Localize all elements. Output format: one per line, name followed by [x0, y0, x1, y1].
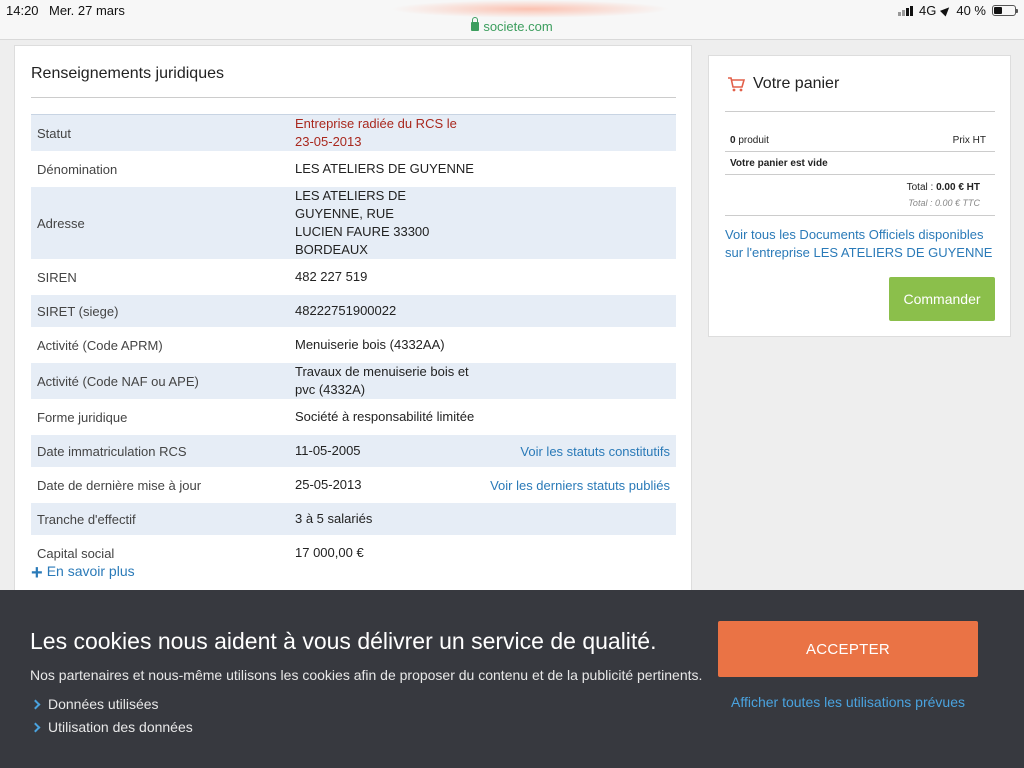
battery-icon: [992, 5, 1018, 16]
signal-icon: [898, 5, 914, 16]
row-value: Entreprise radiée du RCS le 23-05-2013: [295, 116, 457, 149]
row-empty-cell: [484, 362, 676, 400]
table-row: SIRET (siege) 48222751900022: [31, 294, 676, 328]
location-icon: [940, 4, 953, 17]
row-value: LES ATELIERS DE GUYENNE: [295, 161, 474, 176]
row-value: 25-05-2013: [295, 477, 362, 492]
row-label: Forme juridique: [37, 409, 128, 425]
row-label: SIRET (siege): [37, 303, 119, 319]
status-date: Mer. 27 mars: [49, 3, 125, 18]
total-ttc: Total : 0.00 € TTC: [908, 198, 980, 208]
row-empty-cell: [484, 536, 676, 570]
cookie-item-label: Utilisation des données: [48, 719, 193, 735]
order-button[interactable]: Commander: [889, 277, 995, 321]
table-row: Statut Entreprise radiée du RCS le 23-05-…: [31, 114, 676, 153]
status-time: 14:20: [6, 3, 39, 18]
cart-divider: [725, 174, 995, 175]
cookie-title: Les cookies nous aident à vous délivrer …: [30, 628, 657, 654]
row-empty-cell: [484, 260, 676, 294]
status-indicators: 4G 40 %: [898, 3, 1018, 18]
row-empty-cell: [484, 115, 676, 153]
row-empty-cell: [484, 502, 676, 536]
chevron-right-icon: [30, 722, 41, 732]
cookie-item-data-used[interactable]: Données utilisées: [30, 696, 159, 712]
legal-info-card: Renseignements juridiques Statut Entrepri…: [14, 45, 692, 605]
table-row: Activité (Code APRM) Menuiserie bois (433…: [31, 328, 676, 362]
row-value: 482 227 519: [295, 269, 368, 284]
cart-title: Votre panier: [753, 75, 840, 92]
row-label: SIREN: [37, 269, 77, 285]
card-title: Renseignements juridiques: [31, 65, 224, 82]
cart-panel: Votre panier 0 produit Prix HT Votre pan…: [708, 55, 1011, 337]
cart-divider: [725, 215, 995, 216]
table-row: Date de dernière mise à jour 25-05-2013 Vo…: [31, 468, 676, 502]
row-label: Dénomination: [37, 161, 118, 177]
price-header: Prix HT: [952, 135, 986, 146]
accept-cookies-button[interactable]: ACCEPTER: [718, 621, 978, 677]
row-value: Société à responsabilité limitée: [295, 409, 475, 424]
legal-info-table: Statut Entreprise radiée du RCS le 23-05-…: [31, 114, 676, 571]
table-row: Dénomination LES ATELIERS DE GUYENNE: [31, 152, 676, 186]
chevron-right-icon: [30, 699, 41, 709]
cart-divider: [725, 111, 995, 112]
status-glow: [390, 0, 670, 18]
cookie-item-label: Données utilisées: [48, 696, 159, 712]
row-value: LES ATELIERS DE GUYENNE, RUE LUCIEN FAUR…: [295, 188, 430, 257]
row-value: Menuiserie bois (4332AA): [295, 337, 445, 352]
cookie-item-data-usage[interactable]: Utilisation des données: [30, 719, 193, 735]
row-label: Tranche d'effectif: [37, 511, 136, 527]
row-label: Activité (Code APRM): [37, 337, 163, 353]
table-row: Date immatriculation RCS 11-05-2005 Voir l…: [31, 434, 676, 468]
cookie-subtitle: Nos partenaires et nous-même utilisons l…: [30, 667, 703, 683]
row-label: Date de dernière mise à jour: [37, 477, 202, 493]
row-value: Travaux de menuiserie bois et pvc (4332A…: [295, 364, 469, 397]
network-label: 4G: [919, 3, 937, 18]
cart-header: Votre panier: [727, 75, 839, 93]
row-label: Adresse: [37, 215, 85, 231]
cart-summary-row: 0 produit Prix HT: [730, 135, 995, 146]
row-link[interactable]: Voir les derniers statuts publiés: [484, 468, 676, 502]
row-empty-cell: [484, 186, 676, 260]
row-empty-cell: [484, 294, 676, 328]
row-empty-cell: [484, 152, 676, 186]
cart-divider: [725, 151, 995, 152]
row-value: 48222751900022: [295, 303, 397, 318]
cookie-banner: Les cookies nous aident à vous délivrer …: [0, 590, 1024, 768]
row-label: Statut: [37, 125, 71, 141]
row-value: 17 000,00 €: [295, 545, 364, 560]
show-all-uses-link[interactable]: Afficher toutes les utilisations prévues: [718, 690, 978, 715]
status-bar: 14:20 Mer. 27 mars societe.com 4G 40 %: [0, 0, 1024, 40]
row-label: Activité (Code NAF ou APE): [37, 373, 199, 389]
cart-icon: [728, 77, 745, 92]
row-empty-cell: [484, 400, 676, 434]
table-row: Activité (Code NAF ou APE) Travaux de men…: [31, 362, 676, 400]
table-row: Adresse LES ATELIERS DE GUYENNE, RUE LUCI…: [31, 186, 676, 260]
cart-empty-text: Votre panier est vide: [730, 158, 828, 169]
table-row: Tranche d'effectif 3 à 5 salariés: [31, 502, 676, 536]
row-link[interactable]: Voir les statuts constitutifs: [484, 434, 676, 468]
learn-more-label: En savoir plus: [46, 563, 135, 579]
row-value: 3 à 5 salariés: [295, 511, 373, 526]
url-text: societe.com: [483, 19, 553, 34]
official-documents-link[interactable]: Voir tous les Documents Officiels dispon…: [725, 226, 1000, 262]
row-label: Date immatriculation RCS: [37, 443, 187, 459]
row-value: 11-05-2005: [295, 443, 361, 458]
address-bar[interactable]: societe.com: [0, 17, 1024, 34]
table-row: SIREN 482 227 519: [31, 260, 676, 294]
learn-more-link[interactable]: + En savoir plus: [31, 562, 135, 584]
table-row: Forme juridique Société à responsabilité …: [31, 400, 676, 434]
lock-icon: [471, 17, 480, 31]
battery-label: 40 %: [956, 3, 986, 18]
cart-count: 0 produit: [730, 135, 769, 146]
plus-icon: +: [31, 562, 43, 584]
row-empty-cell: [484, 328, 676, 362]
card-divider: [31, 97, 676, 98]
total-ht: Total : 0.00 € HT: [906, 182, 980, 193]
